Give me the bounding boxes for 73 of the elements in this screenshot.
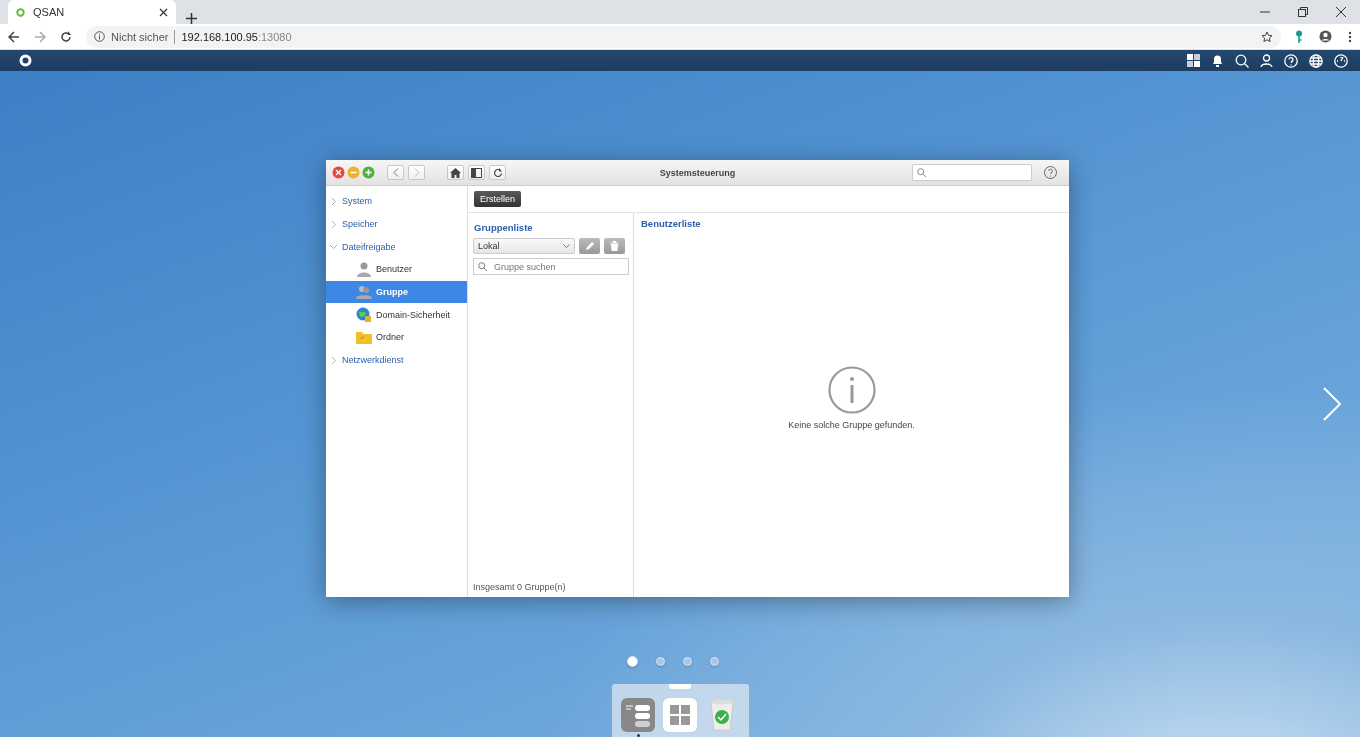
tab-title: QSAN: [33, 6, 66, 18]
sidebar-item[interactable]: Ordner: [326, 326, 467, 349]
search-field[interactable]: [912, 164, 1032, 181]
more-menu-icon[interactable]: [1348, 30, 1352, 43]
sidebar-category[interactable]: Netzwerkdienst: [326, 348, 467, 372]
page-dot[interactable]: [710, 657, 719, 666]
plus-icon[interactable]: [186, 13, 197, 24]
info-icon: [827, 366, 876, 414]
search-icon: [917, 168, 926, 177]
delete-button[interactable]: [604, 238, 625, 254]
trash-icon: [610, 241, 619, 251]
close-icon[interactable]: [159, 7, 168, 17]
sidebar-category[interactable]: Speicher: [326, 212, 467, 236]
globe-icon[interactable]: [1309, 53, 1323, 68]
next-page-icon[interactable]: [1322, 387, 1342, 421]
chevron-down-icon: [563, 243, 570, 249]
sidebar-toggle-button[interactable]: [468, 165, 485, 180]
search-icon[interactable]: [1235, 53, 1249, 68]
browser-tab[interactable]: QSAN: [8, 0, 176, 24]
search-icon: [478, 262, 487, 271]
reload-icon: [492, 167, 503, 178]
sidebar-item[interactable]: Gruppe: [326, 280, 467, 304]
sidebar-category[interactable]: System: [326, 190, 467, 213]
info-icon[interactable]: [94, 31, 105, 42]
security-label: Nicht sicher: [111, 30, 169, 43]
group-count: Insgesamt 0 Gruppe(n): [473, 582, 567, 592]
panel-icon: [471, 167, 482, 178]
bell-icon[interactable]: [1211, 54, 1224, 67]
chevron-right-icon: [413, 168, 420, 177]
create-button[interactable]: Erstellen: [474, 191, 521, 207]
account-icon[interactable]: [1319, 30, 1332, 43]
control-panel-app-icon[interactable]: [621, 698, 655, 732]
chevron-left-icon: [392, 168, 399, 177]
page-dot[interactable]: [627, 656, 638, 667]
chevron-icon: [330, 197, 337, 205]
folder-icon: [356, 329, 372, 346]
sidebar-category[interactable]: Dateifreigabe: [326, 235, 467, 259]
panel-title: Benutzerliste: [641, 218, 702, 229]
user-icon: [356, 261, 372, 278]
reload-icon[interactable]: [60, 30, 72, 43]
group-icon: [356, 284, 372, 301]
back-arrow-icon[interactable]: [8, 30, 20, 43]
logo-icon: [16, 7, 25, 17]
forward-arrow-icon[interactable]: [34, 30, 46, 43]
gauge-icon[interactable]: [1334, 53, 1348, 68]
window-title: Systemsteuerung: [659, 167, 736, 178]
app-grid-app-icon[interactable]: [663, 698, 697, 732]
chevron-icon: [330, 356, 337, 364]
home-icon: [450, 167, 461, 178]
home-button[interactable]: [447, 165, 464, 180]
panel-title: Gruppenliste: [474, 222, 534, 233]
close-icon[interactable]: [1336, 7, 1346, 17]
refresh-button[interactable]: [489, 165, 506, 180]
chevron-icon: [330, 220, 337, 228]
sidebar-item[interactable]: Benutzer: [326, 258, 467, 281]
pencil-icon: [584, 241, 595, 251]
sidebar-item[interactable]: Domain-Sicherheit: [326, 303, 467, 327]
page-dot[interactable]: [683, 657, 692, 666]
source-dropdown[interactable]: Lokal: [473, 238, 575, 254]
address-bar[interactable]: Nicht sicher 192.168.100.95:13080: [86, 25, 1281, 48]
restore-icon[interactable]: [1298, 7, 1308, 17]
logo-icon[interactable]: [19, 54, 32, 67]
edit-button[interactable]: [579, 238, 600, 254]
page-dot[interactable]: [656, 657, 665, 666]
group-search-field[interactable]: Gruppe suchen: [473, 258, 629, 275]
star-icon[interactable]: [1261, 30, 1273, 43]
user-icon[interactable]: [1260, 54, 1273, 67]
apps-grid-icon[interactable]: [1187, 54, 1200, 67]
chevron-icon: [330, 243, 337, 251]
key-icon[interactable]: [1295, 30, 1303, 43]
maximize-icon[interactable]: [362, 166, 375, 179]
empty-message: Keine solche Gruppe gefunden.: [788, 420, 915, 430]
url-text: 192.168.100.95:13080: [181, 30, 292, 43]
